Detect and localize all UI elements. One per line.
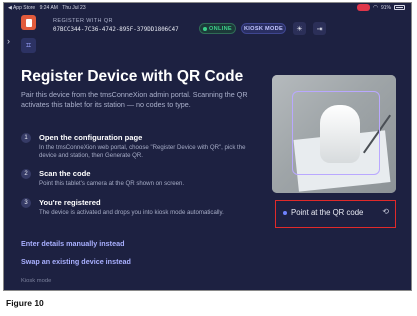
exit-button[interactable]: ⇥	[313, 22, 326, 35]
step-title: Open the configuration page	[39, 133, 143, 142]
kiosk-mode-badge: KIOSK MODE	[241, 23, 286, 34]
step-description: In the tmsConneXion web portal, choose "…	[39, 144, 246, 160]
online-label: ONLINE	[209, 25, 232, 32]
camera-preview	[272, 75, 396, 193]
swap-existing-device-link[interactable]: Swap an existing device instead	[21, 257, 131, 266]
camera-switch-icon[interactable]: ⟲	[382, 207, 389, 216]
step-description: Point this tablet's camera at the QR sho…	[39, 180, 185, 187]
sun-icon: ☀	[296, 25, 303, 33]
step-description: The device is activated and drops you in…	[39, 209, 224, 216]
back-to-app-store[interactable]: ◀ App Store	[8, 5, 35, 11]
status-left: ◀ App Store 9:24 AM Thu Jul 23	[8, 5, 89, 11]
sidebar-toggle-chevron-icon[interactable]: ›	[7, 36, 10, 46]
qr-scan-icon: ⌗	[25, 40, 32, 50]
logo-mark	[25, 18, 32, 27]
device-id: 07BCC344-7C36-4742-895F-379DD1806C47	[53, 27, 179, 33]
wifi-icon: ◠	[372, 5, 378, 11]
theme-toggle-button[interactable]: ☀	[293, 22, 306, 35]
footer-mode-label: Kiosk mode	[21, 278, 52, 284]
step-title: You're registered	[39, 198, 101, 207]
figure-caption: Figure 10	[6, 298, 44, 308]
intro-text: Pair this device from the tmsConneXion a…	[21, 90, 248, 109]
status-bar: ◀ App Store 9:24 AM Thu Jul 23 ◠ 91%	[4, 3, 411, 13]
recording-indicator	[356, 4, 370, 11]
status-time: 9:24 AM	[39, 5, 58, 11]
app-logo-icon	[21, 15, 36, 30]
online-dot-icon	[203, 26, 208, 31]
kiosk-mode-label: KIOSK MODE	[243, 25, 284, 32]
battery-percent: 91%	[380, 4, 391, 11]
step-number: 1	[21, 133, 31, 143]
camera-status-text: Point at the QR code	[291, 208, 364, 217]
qr-scan-button[interactable]: ⌗	[21, 38, 36, 53]
status-dot-icon	[283, 211, 287, 215]
exit-icon: ⇥	[316, 25, 323, 33]
register-with-qr-label: REGISTER WITH QR	[53, 18, 113, 24]
page-title: Register Device with QR Code	[21, 68, 244, 85]
camera-status-highlight: Point at the QR code ⟲	[275, 200, 396, 228]
battery-icon	[394, 5, 405, 10]
status-right: ◠ 91%	[356, 4, 405, 11]
online-badge: ONLINE	[199, 23, 236, 34]
qr-target-frame	[292, 91, 380, 175]
step-title: Scan the code	[39, 169, 91, 178]
enter-details-manually-link[interactable]: Enter details manually instead	[21, 239, 124, 248]
step-number: 3	[21, 198, 31, 208]
status-date: Thu Jul 23	[62, 5, 86, 11]
app-screen: ◀ App Store 9:24 AM Thu Jul 23 ◠ 91% REG…	[3, 2, 412, 291]
step-number: 2	[21, 169, 31, 179]
